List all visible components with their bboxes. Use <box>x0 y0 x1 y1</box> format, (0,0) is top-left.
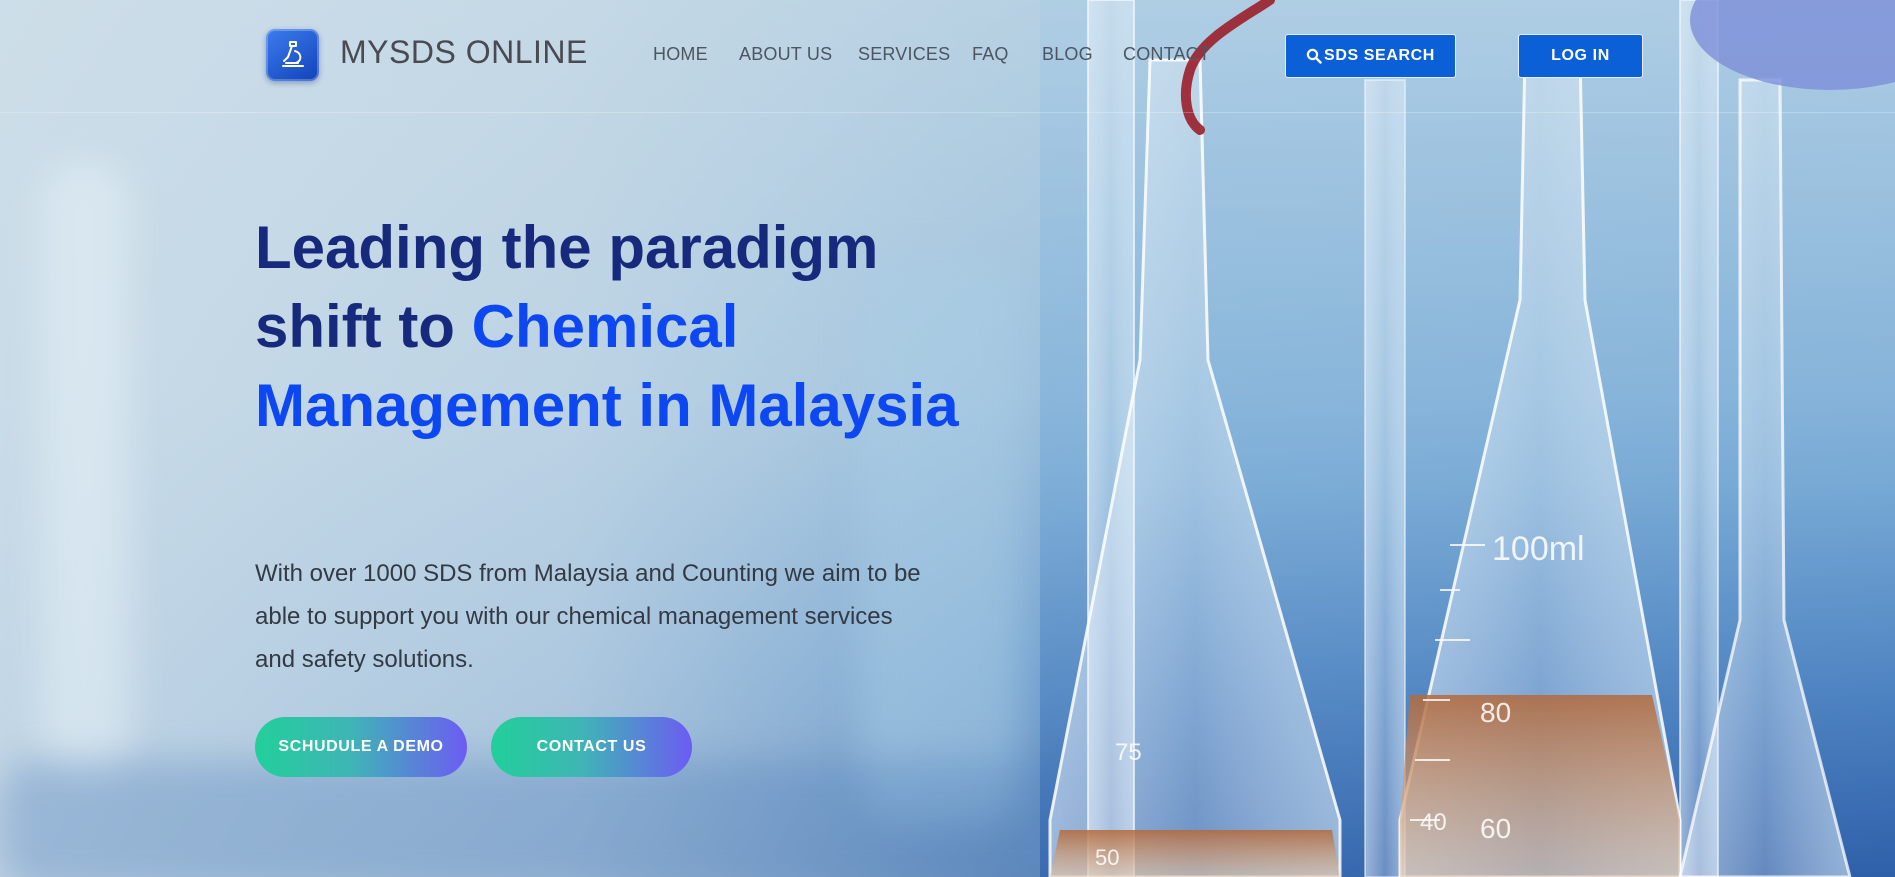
navbar: MYSDS ONLINE HOME ABOUT US SERVICES FAQ … <box>0 0 1895 113</box>
contact-us-button[interactable]: CONTACT US <box>491 717 692 777</box>
search-icon <box>1306 48 1322 64</box>
sds-search-button[interactable]: SDS SEARCH <box>1285 34 1456 78</box>
nav-home[interactable]: HOME <box>653 44 708 65</box>
hero-section: 100ml 80 60 75 40 50 MYSDS ONLINE HOME A… <box>0 0 1895 877</box>
background-blur-left <box>40 160 130 780</box>
background-blur-lower <box>0 760 1100 877</box>
brand-name[interactable]: MYSDS ONLINE <box>340 34 588 71</box>
login-button[interactable]: LOG IN <box>1518 34 1643 78</box>
lab-glassware-illustration: 100ml 80 60 75 40 50 <box>1040 0 1895 877</box>
glass-marking: 100ml <box>1492 530 1585 568</box>
schedule-demo-button[interactable]: SCHUDULE A DEMO <box>255 717 467 777</box>
hero-headline: Leading the paradigm shift to Chemical M… <box>255 208 975 445</box>
nav-contact[interactable]: CONTACT <box>1123 44 1210 65</box>
sds-search-label: SDS SEARCH <box>1324 47 1435 64</box>
microscope-icon <box>281 41 304 67</box>
glass-marking: 40 <box>1420 809 1447 836</box>
nav-blog[interactable]: BLOG <box>1042 44 1093 65</box>
hero-subtext: With over 1000 SDS from Malaysia and Cou… <box>255 560 921 673</box>
nav-services[interactable]: SERVICES <box>858 44 950 65</box>
nav-about-us[interactable]: ABOUT US <box>739 44 832 65</box>
glass-marking: 80 <box>1480 697 1511 728</box>
glass-marking: 75 <box>1115 739 1142 766</box>
glass-marking: 60 <box>1480 813 1511 844</box>
glass-marking: 50 <box>1095 845 1119 870</box>
nav-faq[interactable]: FAQ <box>972 44 1009 65</box>
logo-badge[interactable] <box>266 29 319 81</box>
